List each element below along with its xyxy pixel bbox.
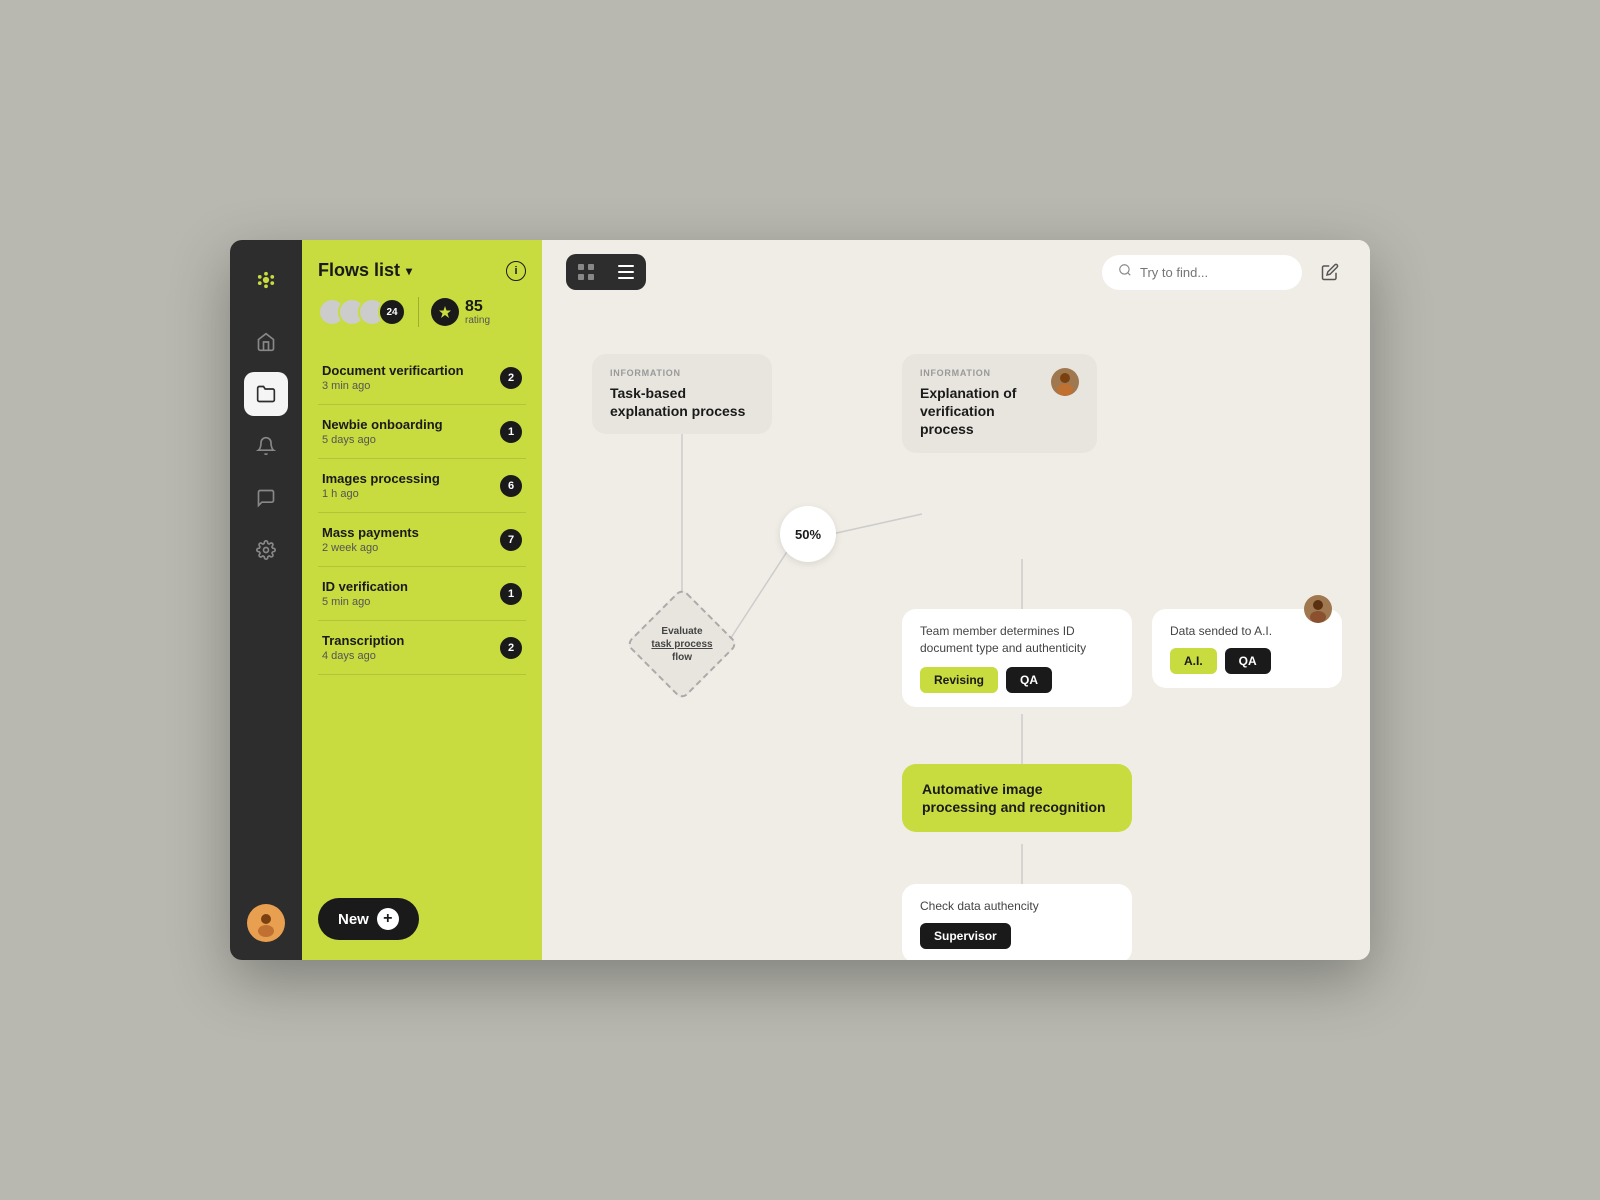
percentage-value: 50% — [795, 527, 821, 542]
green-node: Automative image processing and recognit… — [902, 764, 1132, 832]
search-icon — [1118, 263, 1132, 282]
rating-label: rating — [465, 315, 490, 326]
info-node-2-title: Explanation of verification process — [920, 384, 1043, 439]
rating-icon — [431, 298, 459, 326]
search-box[interactable] — [1102, 255, 1302, 290]
flow-info: Transcription 4 days ago — [322, 633, 404, 662]
grid-view-button[interactable] — [566, 254, 606, 290]
task-node-subtitle: Team member determines ID document type … — [920, 623, 1114, 657]
flow-name: ID verification — [322, 579, 408, 594]
rating-number: 85 — [465, 299, 490, 315]
canvas-inner: INFORMATION Task-based explanation proce… — [562, 324, 1370, 960]
flow-item-4[interactable]: ID verification 5 min ago 1 — [318, 567, 526, 621]
revising-button[interactable]: Revising — [920, 667, 998, 693]
flow-time: 5 min ago — [322, 596, 408, 608]
sidebar-title[interactable]: Flows list ▾ — [318, 260, 412, 281]
green-sidebar: Flows list ▾ i 24 85 ra — [302, 240, 542, 960]
flow-item-2[interactable]: Images processing 1 h ago 6 — [318, 459, 526, 513]
info-node-1-label: INFORMATION — [610, 368, 754, 378]
diamond-line3: flow — [672, 652, 692, 663]
info-node-2-label: INFORMATION — [920, 368, 1043, 378]
flow-badge: 7 — [500, 529, 522, 551]
flow-name: Newbie onboarding — [322, 417, 443, 432]
info-icon[interactable]: i — [506, 261, 526, 281]
flow-item-5[interactable]: Transcription 4 days ago 2 — [318, 621, 526, 675]
list-view-button[interactable] — [606, 254, 646, 290]
check-node: Check data authencity Supervisor — [902, 884, 1132, 960]
flow-info: Images processing 1 h ago — [322, 471, 440, 500]
flow-canvas[interactable]: INFORMATION Task-based explanation proce… — [542, 304, 1370, 960]
user-avatar[interactable] — [247, 904, 285, 942]
info-node-2: INFORMATION Explanation of verification … — [902, 354, 1097, 453]
view-toggles — [566, 254, 646, 290]
flow-name: Transcription — [322, 633, 404, 648]
qa-button-1[interactable]: QA — [1006, 667, 1052, 693]
flow-list: Document verificartion 3 min ago 2 Newbi… — [318, 351, 526, 882]
toolbar-right — [1102, 255, 1346, 290]
new-button[interactable]: New + — [318, 898, 419, 940]
diamond-node: Evaluate task process flow — [637, 599, 727, 689]
avatars-group: 24 — [318, 298, 406, 326]
flow-name: Document verificartion — [322, 363, 464, 378]
new-button-plus-icon: + — [377, 908, 399, 930]
rating-text: 85 rating — [465, 299, 490, 326]
green-node-title: Automative image processing and recognit… — [922, 780, 1112, 816]
check-node-subtitle: Check data authencity — [920, 898, 1114, 915]
edit-icon[interactable] — [1314, 256, 1346, 288]
flow-item-0[interactable]: Document verificartion 3 min ago 2 — [318, 351, 526, 405]
new-button-label: New — [338, 911, 369, 928]
nav-chat[interactable] — [244, 476, 288, 520]
flow-item-3[interactable]: Mass payments 2 week ago 7 — [318, 513, 526, 567]
ai-node: Data sended to A.I. A.I. QA — [1152, 609, 1342, 688]
flow-badge: 1 — [500, 421, 522, 443]
flow-badge: 1 — [500, 583, 522, 605]
ai-node-buttons: A.I. QA — [1170, 648, 1324, 674]
nav-home[interactable] — [244, 320, 288, 364]
flow-badge: 2 — [500, 367, 522, 389]
flow-time: 5 days ago — [322, 434, 443, 446]
nav-folder[interactable] — [244, 372, 288, 416]
stats-row: 24 85 rating — [318, 297, 526, 327]
flow-info: ID verification 5 min ago — [322, 579, 408, 608]
chevron-down-icon: ▾ — [406, 264, 412, 278]
flow-badge: 2 — [500, 637, 522, 659]
qa-button-2[interactable]: QA — [1225, 648, 1271, 674]
dark-sidebar — [230, 240, 302, 960]
flow-info: Document verificartion 3 min ago — [322, 363, 464, 392]
diamond-text: Evaluate task process flow — [647, 625, 717, 664]
flow-time: 4 days ago — [322, 650, 404, 662]
app-window: Flows list ▾ i 24 85 ra — [230, 240, 1370, 960]
info-node-1: INFORMATION Task-based explanation proce… — [592, 354, 772, 434]
diamond-line2: task process — [651, 639, 712, 650]
flow-item-1[interactable]: Newbie onboarding 5 days ago 1 — [318, 405, 526, 459]
task-node: Team member determines ID document type … — [902, 609, 1132, 707]
percentage-node: 50% — [780, 506, 836, 562]
check-node-buttons: Supervisor — [920, 923, 1114, 949]
logo[interactable] — [244, 258, 288, 302]
flow-info: Mass payments 2 week ago — [322, 525, 419, 554]
divider — [418, 297, 419, 327]
main-toolbar — [542, 240, 1370, 304]
flow-badge: 6 — [500, 475, 522, 497]
search-input[interactable] — [1140, 265, 1286, 280]
flow-info: Newbie onboarding 5 days ago — [322, 417, 443, 446]
info-node-1-title: Task-based explanation process — [610, 384, 754, 420]
flow-name: Mass payments — [322, 525, 419, 540]
flow-time: 2 week ago — [322, 542, 419, 554]
ai-node-subtitle: Data sended to A.I. — [1170, 623, 1324, 640]
diamond-line1: Evaluate — [661, 626, 702, 637]
sidebar-header: Flows list ▾ i — [318, 260, 526, 281]
rating-block: 85 rating — [431, 298, 490, 326]
flow-time: 3 min ago — [322, 380, 464, 392]
nav-bell[interactable] — [244, 424, 288, 468]
ai-button[interactable]: A.I. — [1170, 648, 1217, 674]
flow-time: 1 h ago — [322, 488, 440, 500]
flow-name: Images processing — [322, 471, 440, 486]
task-node-buttons: Revising QA — [920, 667, 1114, 693]
avatar-count: 24 — [378, 298, 406, 326]
sidebar-title-text: Flows list — [318, 260, 400, 281]
supervisor-button[interactable]: Supervisor — [920, 923, 1011, 949]
nav-settings[interactable] — [244, 528, 288, 572]
main-area: INFORMATION Task-based explanation proce… — [542, 240, 1370, 960]
